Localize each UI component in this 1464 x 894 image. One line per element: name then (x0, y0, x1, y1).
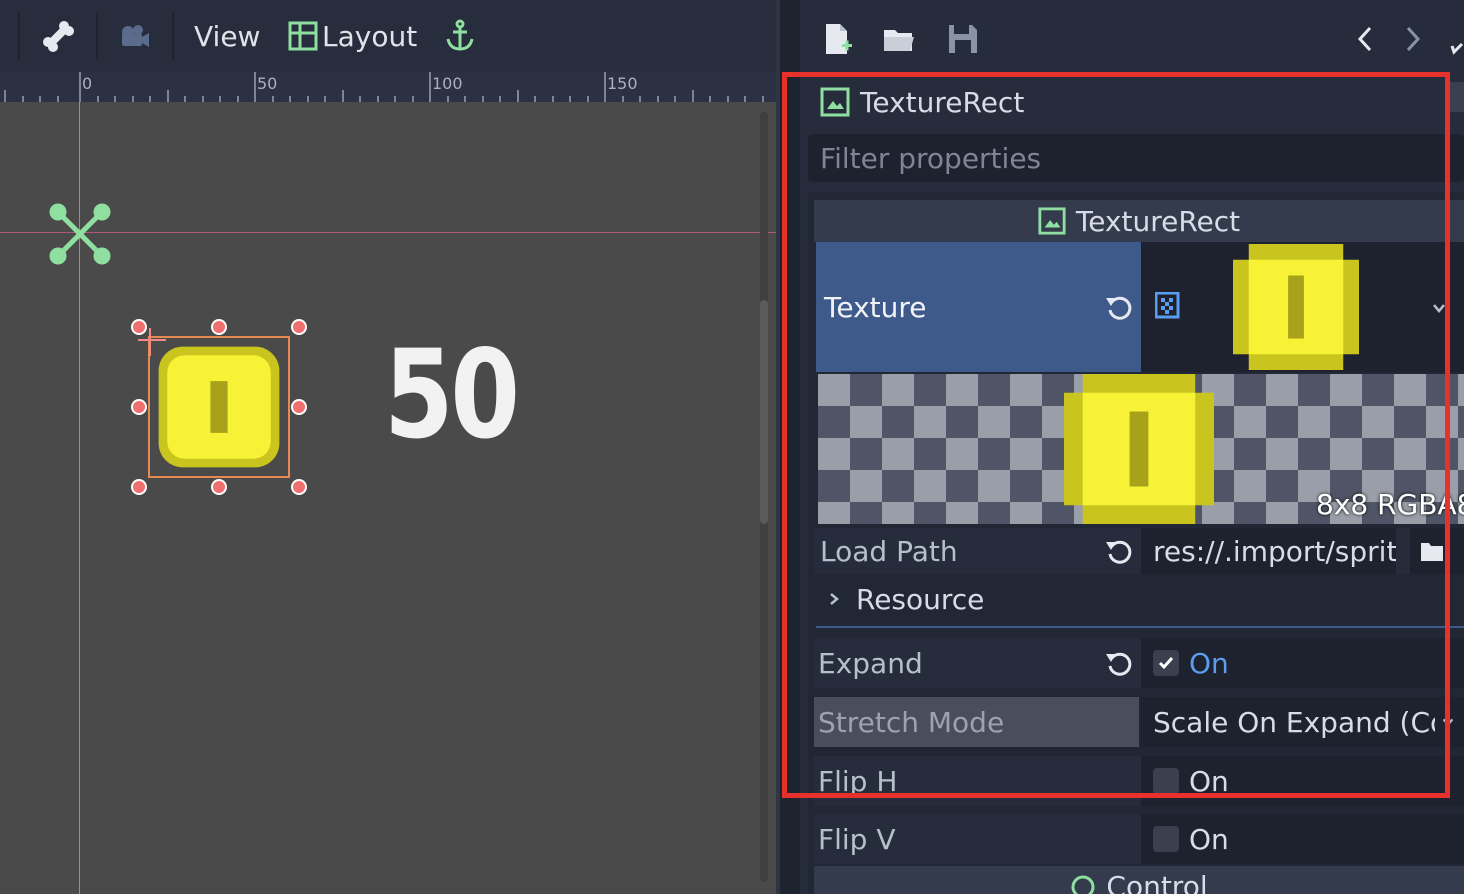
toolbar-separator (18, 12, 20, 60)
bone-tool-button[interactable] (40, 14, 76, 58)
toolbar-separator (96, 12, 98, 60)
checkbox-unchecked (1153, 826, 1179, 852)
scene-canvas[interactable]: 50 (0, 102, 776, 894)
section-control[interactable]: Control (814, 866, 1464, 894)
control-section-title: Control (1106, 870, 1208, 894)
ruler-label: 50 (257, 74, 278, 93)
anchor-button[interactable] (444, 14, 476, 58)
history-forward-icon[interactable] (1396, 22, 1430, 56)
object-menu-icon[interactable] (1446, 22, 1464, 56)
save-icon[interactable] (946, 22, 980, 56)
layout-menu-button[interactable]: Layout (288, 14, 417, 58)
ruler-label: 0 (82, 74, 93, 93)
camera-tool-button[interactable] (116, 14, 152, 58)
scrollbar-thumb[interactable] (760, 300, 768, 524)
horizontal-guide-line (0, 232, 776, 233)
control-node-icon (1071, 875, 1095, 894)
score-label[interactable]: 50 (384, 334, 520, 456)
new-script-icon[interactable] (820, 22, 854, 56)
history-back-icon[interactable] (1348, 22, 1382, 56)
panel-splitter (776, 0, 780, 894)
view-menu-button[interactable]: View (194, 14, 260, 58)
pivot-icon[interactable] (46, 200, 114, 268)
selection-handles[interactable] (130, 316, 310, 496)
viewport-toolbar: View Layout (0, 0, 780, 72)
layout-grid-icon (288, 21, 318, 51)
highlight-annotation-box (782, 72, 1450, 798)
flip-v-value: On (1189, 822, 1229, 856)
horizontal-ruler: 0 50 100 150 (0, 72, 776, 103)
open-folder-icon[interactable] (882, 22, 916, 56)
flip-v-label: Flip V (818, 822, 896, 856)
anchor-icon (446, 19, 474, 51)
inspector-toolbar (800, 0, 1464, 78)
flip-v-checkbox[interactable]: On (1141, 814, 1464, 864)
camera-icon (122, 25, 149, 47)
ruler-label: 150 (607, 74, 638, 93)
ruler-label: 100 (432, 74, 463, 93)
toolbar-separator (172, 12, 174, 60)
layout-menu-label: Layout (322, 19, 418, 53)
bone-icon (43, 21, 74, 52)
ruler-ticks (4, 72, 764, 102)
